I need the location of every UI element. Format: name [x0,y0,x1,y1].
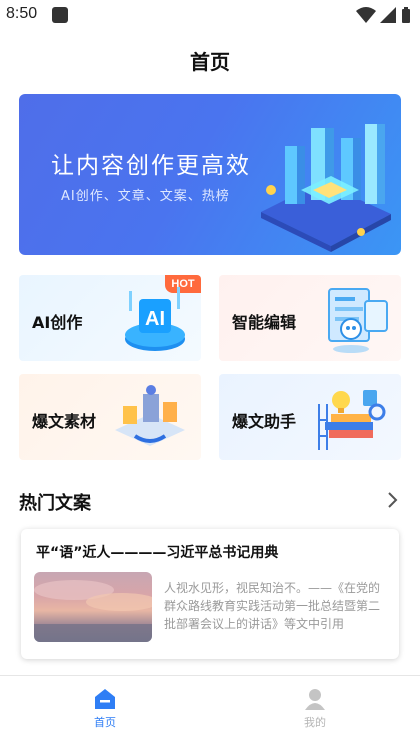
feature-card-viral-material[interactable]: 爆文素材 [19,374,201,460]
feature-label: 智能编辑 [232,313,297,332]
signal-icon [380,7,396,23]
article-card[interactable]: 平“语”近人————习近平总书记用典 人视水见形，视民知治不。——《在党的群众路… [21,529,399,659]
material-illustration-icon [115,385,185,446]
article-excerpt: 人视水见形，视民知治不。——《在党的群众路线教育实践活动第一批总结暨第二批部署会… [164,581,381,631]
battery-icon [402,7,410,23]
banner-headline: 让内容创作更高效 [51,153,251,179]
status-indicators [356,7,410,23]
chevron-right-icon[interactable] [384,491,400,509]
hero-banner[interactable]: 让内容创作更高效 AI创作、文章、文案、热榜 [19,94,401,255]
isometric-city-illustration [261,124,391,252]
article-title: 平“语”近人————习近平总书记用典 [36,545,279,561]
tabbar-divider [0,675,420,676]
svg-text:AI: AI [145,308,165,330]
section-title-hot-copy: 热门文案 [19,493,91,514]
feature-label: AI创作 [32,313,83,332]
wifi-icon [356,7,376,23]
feature-label: 爆文助手 [232,412,297,431]
tab-label: 首页 [94,716,116,729]
status-time: 8:50 [6,5,38,22]
feature-card-viral-assistant[interactable]: 爆文助手 [219,374,401,460]
feature-card-ai-create[interactable]: AI创作 HOT AI [19,275,201,361]
smart-edit-robot-icon [328,288,388,353]
page-title: 首页 [190,50,230,74]
assistant-books-icon [318,390,386,450]
home-icon [95,689,115,709]
banner-subtitle: AI创作、文章、文案、热榜 [61,189,230,204]
tab-home[interactable]: 首页 [75,688,135,734]
article-thumbnail [34,572,152,642]
feature-label: 爆文素材 [32,412,97,431]
feature-card-smart-edit[interactable]: 智能编辑 [219,275,401,361]
status-bar: 8:50 [0,0,420,32]
tab-label: 我的 [304,716,326,729]
notification-app-icon [52,7,68,23]
user-icon [305,689,325,710]
ai-chip-icon: AI [125,287,185,351]
tab-mine[interactable]: 我的 [285,688,345,734]
